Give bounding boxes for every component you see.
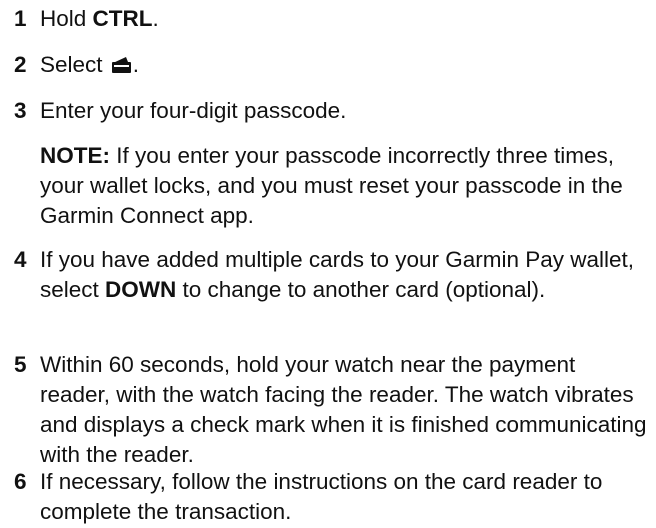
key-label: CTRL [92, 6, 153, 31]
step-text: Enter your four-digit passcode. [40, 98, 347, 123]
step-text: Select [40, 52, 109, 77]
step-2: 2 Select . [14, 50, 650, 82]
step-number: 1 [14, 6, 27, 31]
step-text: Hold [40, 6, 93, 31]
step-text: to change to another card (optional). [176, 277, 546, 302]
step-1: 1 Hold CTRL. [14, 4, 650, 34]
step-6: 6 If necessary, follow the instructions … [14, 467, 650, 527]
step-number: 2 [14, 52, 27, 77]
step-number: 4 [14, 247, 27, 272]
wallet-icon [111, 52, 133, 82]
step-number: 6 [14, 469, 27, 494]
key-label: DOWN [105, 277, 177, 302]
step-3: 3 Enter your four-digit passcode. [14, 96, 650, 126]
step-text: If necessary, follow the instructions on… [40, 469, 603, 524]
note-text: If you enter your passcode incorrectly t… [40, 143, 623, 228]
step-text: . [152, 6, 159, 31]
note-block: NOTE: If you enter your passcode incorre… [14, 141, 650, 231]
step-text: . [132, 52, 140, 77]
step-5: 5 Within 60 seconds, hold your watch nea… [14, 350, 650, 470]
note-label: NOTE: [40, 143, 110, 168]
step-number: 5 [14, 352, 27, 377]
step-text: Within 60 seconds, hold your watch near … [40, 352, 647, 467]
step-number: 3 [14, 98, 27, 123]
step-4: 4 If you have added multiple cards to yo… [14, 245, 650, 305]
